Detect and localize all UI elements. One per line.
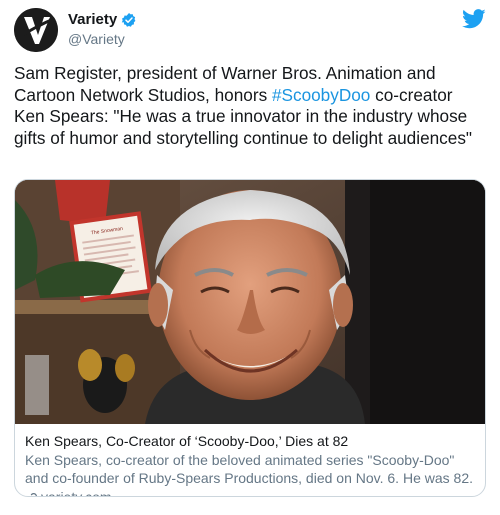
avatar[interactable] [14,8,58,52]
tweet-header: Variety @Variety [14,8,486,52]
link-icon [25,491,38,496]
user-info: Variety @Variety [68,11,137,47]
card-description: Ken Spears, co-creator of the beloved an… [25,452,473,486]
twitter-bird-icon[interactable] [462,8,486,30]
hashtag-link[interactable]: #ScoobyDoo [272,85,370,105]
verified-badge-icon [121,12,137,28]
card-domain[interactable]: variety.com [25,488,475,496]
name-row: Variety [68,11,137,28]
display-name[interactable]: Variety [68,11,117,28]
link-preview-card[interactable]: The Snowman Ken Spears, Co-Creator of ‘S… [14,179,486,497]
tweet-text: Sam Register, president of Warner Bros. … [14,63,484,149]
user-handle[interactable]: @Variety [68,31,137,47]
card-image[interactable]: The Snowman [15,180,485,424]
card-domain-text[interactable]: variety.com [41,488,112,496]
card-body: Ken Spears, Co-Creator of ‘Scooby-Doo,’ … [15,424,485,496]
card-title[interactable]: Ken Spears, Co-Creator of ‘Scooby-Doo,’ … [25,432,475,450]
tweet-card: Variety @Variety Sam Register, president… [0,0,500,515]
